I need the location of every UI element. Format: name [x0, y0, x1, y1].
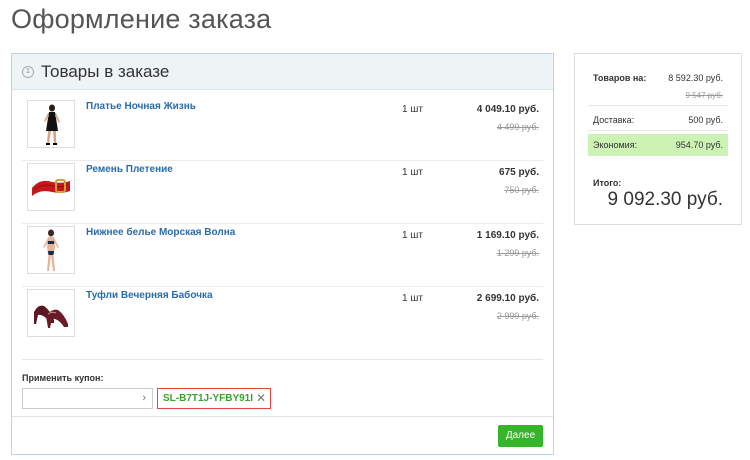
item-old-price: 4 499 руб. [496, 122, 539, 132]
goods-total-label: Товаров на: [593, 73, 647, 83]
item-name-link[interactable]: Платье Ночная Жизнь [86, 101, 196, 112]
shoes-image[interactable] [27, 289, 75, 337]
goods-total-value: 8 592.30 руб. [668, 73, 723, 83]
dress-image[interactable] [27, 100, 75, 148]
order-items-panel: 1 Товары в заказе Платье Ночная Жизнь 1 … [11, 53, 554, 455]
item-old-price: 2 999 руб. [496, 311, 539, 321]
item-quantity: 1 шт [402, 104, 423, 115]
applied-coupon-tag: SL-B7T1J-YFBY91I ✕ [157, 388, 271, 409]
footer-divider [12, 416, 553, 417]
next-button[interactable]: Далее [498, 425, 543, 447]
belt-image[interactable] [27, 163, 75, 211]
savings-label: Экономия: [593, 140, 638, 150]
coupon-input[interactable]: › [22, 388, 153, 409]
total-value: 9 092.30 руб. [607, 189, 723, 210]
item-quantity: 1 шт [402, 230, 423, 241]
panel-header: 1 Товары в заказе [12, 54, 553, 90]
item-price: 2 699.10 руб. [476, 293, 539, 304]
step-number-badge: 1 [22, 66, 34, 78]
coupon-label: Применить купон: [22, 373, 104, 383]
item-name-link[interactable]: Ремень Плетение [86, 164, 173, 175]
summary-divider [588, 130, 728, 131]
coupon-divider [22, 359, 543, 360]
page-title: Оформление заказа [11, 4, 272, 34]
order-item: Ремень Плетение 1 шт 675 руб. 750 руб. [22, 161, 543, 224]
coupon-code: SL-B7T1J-YFBY91I [163, 393, 254, 404]
total-label: Итого: [593, 178, 622, 188]
item-name-link[interactable]: Туфли Вечерняя Бабочка [86, 290, 213, 301]
item-quantity: 1 шт [402, 167, 423, 178]
lingerie-image[interactable] [27, 226, 75, 274]
goods-old-total: 9 547 руб. [685, 91, 724, 100]
delivery-label: Доставка: [593, 115, 635, 125]
close-icon[interactable]: ✕ [256, 391, 266, 405]
order-item: Нижнее белье Морская Волна 1 шт 1 169.10… [22, 224, 543, 287]
item-old-price: 1 299 руб. [496, 248, 539, 258]
item-price: 4 049.10 руб. [476, 104, 539, 115]
order-item: Туфли Вечерняя Бабочка 1 шт 2 699.10 руб… [22, 287, 543, 349]
order-item: Платье Ночная Жизнь 1 шт 4 049.10 руб. 4… [22, 98, 543, 161]
panel-title: Товары в заказе [41, 62, 170, 81]
savings-value: 954.70 руб. [675, 140, 723, 150]
item-price: 675 руб. [499, 167, 539, 178]
delivery-value: 500 руб. [688, 115, 723, 125]
item-quantity: 1 шт [402, 293, 423, 304]
item-name-link[interactable]: Нижнее белье Морская Волна [86, 227, 235, 238]
order-summary: Товаров на: 8 592.30 руб. 9 547 руб. Дос… [574, 53, 742, 225]
summary-divider [588, 105, 728, 106]
chevron-right-icon[interactable]: › [142, 392, 146, 404]
item-price: 1 169.10 руб. [476, 230, 539, 241]
item-old-price: 750 руб. [504, 185, 539, 195]
